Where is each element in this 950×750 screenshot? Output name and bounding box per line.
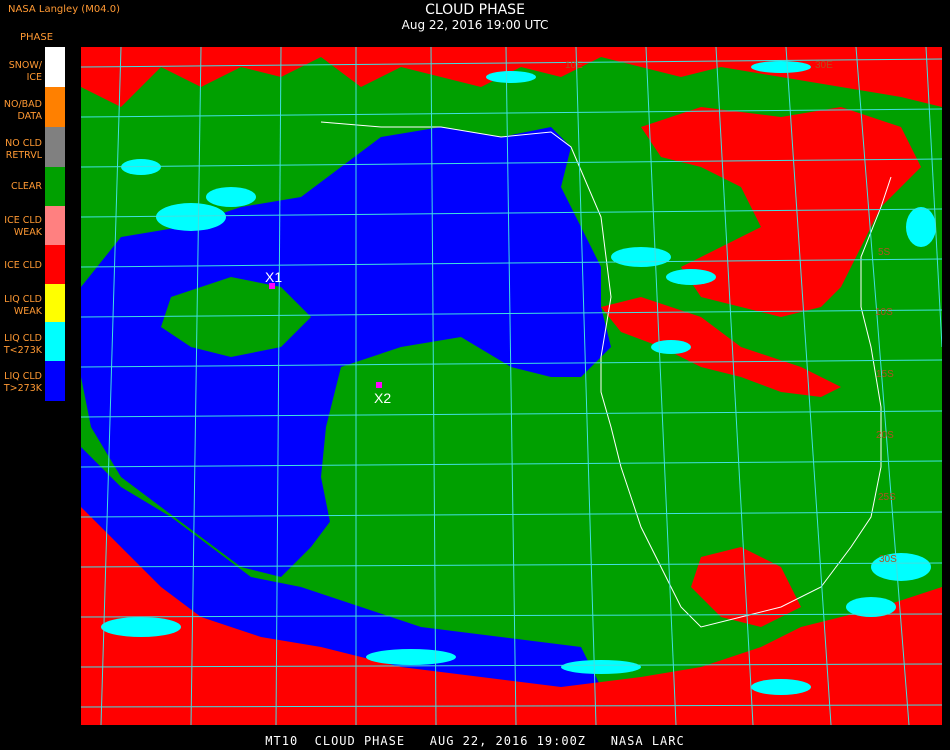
legend-label-liq-cld-weak: LIQ CLD WEAK [4, 294, 42, 317]
lat-label-25s: 25S [878, 492, 896, 503]
provider-label: NASA Langley (M04.0) [8, 4, 120, 15]
lat-label-15s: 15S [876, 369, 894, 380]
legend-swatch-ice-cld-weak [45, 206, 65, 246]
marker-x1-label: X1 [265, 269, 282, 285]
legend-swatch-liq-cld-weak [45, 284, 65, 324]
map-title: CLOUD PHASE [425, 2, 525, 18]
lat-label-30s: 30S [879, 554, 897, 565]
legend-swatch-no-cld-retrvl [45, 127, 65, 167]
lat-label-5s: 5S [878, 247, 891, 258]
legend-label-no-bad-data: NO/BAD DATA [3, 99, 42, 122]
lon-label-10e: 10E [565, 60, 583, 71]
legend-label-no-cld-retrvl: NO CLD RETRVL [5, 138, 42, 161]
legend-swatch-liq-cld-warm [45, 361, 65, 401]
lat-label-10s: 10S [875, 307, 893, 318]
legend-swatch-ice-cld [45, 245, 65, 285]
marker-x2[interactable] [376, 382, 382, 388]
cloud-phase-map[interactable]: 10E 30E 5S 10S 15S 20S 25S 30S X1 X2 [81, 47, 942, 725]
legend-label-ice-cld-weak: ICE CLD WEAK [4, 215, 42, 238]
legend-label-clear: CLEAR [10, 181, 42, 192]
legend-label-ice-cld: ICE CLD [4, 260, 42, 271]
legend-swatch-clear [45, 167, 65, 207]
legend-title: PHASE [20, 32, 54, 43]
legend-label-snow-ice: SNOW/ ICE [8, 60, 42, 83]
lon-label-30e: 30E [815, 60, 833, 71]
legend-label-liq-cld-cold: LIQ CLD T<273K [3, 333, 42, 356]
legend-label-liq-cld-warm: LIQ CLD T>273K [3, 371, 42, 394]
lat-label-20s: 20S [876, 430, 894, 441]
map-timestamp: Aug 22, 2016 19:00 UTC [401, 18, 549, 32]
legend-swatch-snow-ice [45, 47, 65, 87]
legend-swatch-liq-cld-cold [45, 322, 65, 362]
footer-caption: MT10 CLOUD PHASE AUG 22, 2016 19:00Z NAS… [265, 734, 685, 748]
legend-swatch-no-bad-data [45, 87, 65, 127]
marker-x2-label: X2 [374, 390, 391, 406]
